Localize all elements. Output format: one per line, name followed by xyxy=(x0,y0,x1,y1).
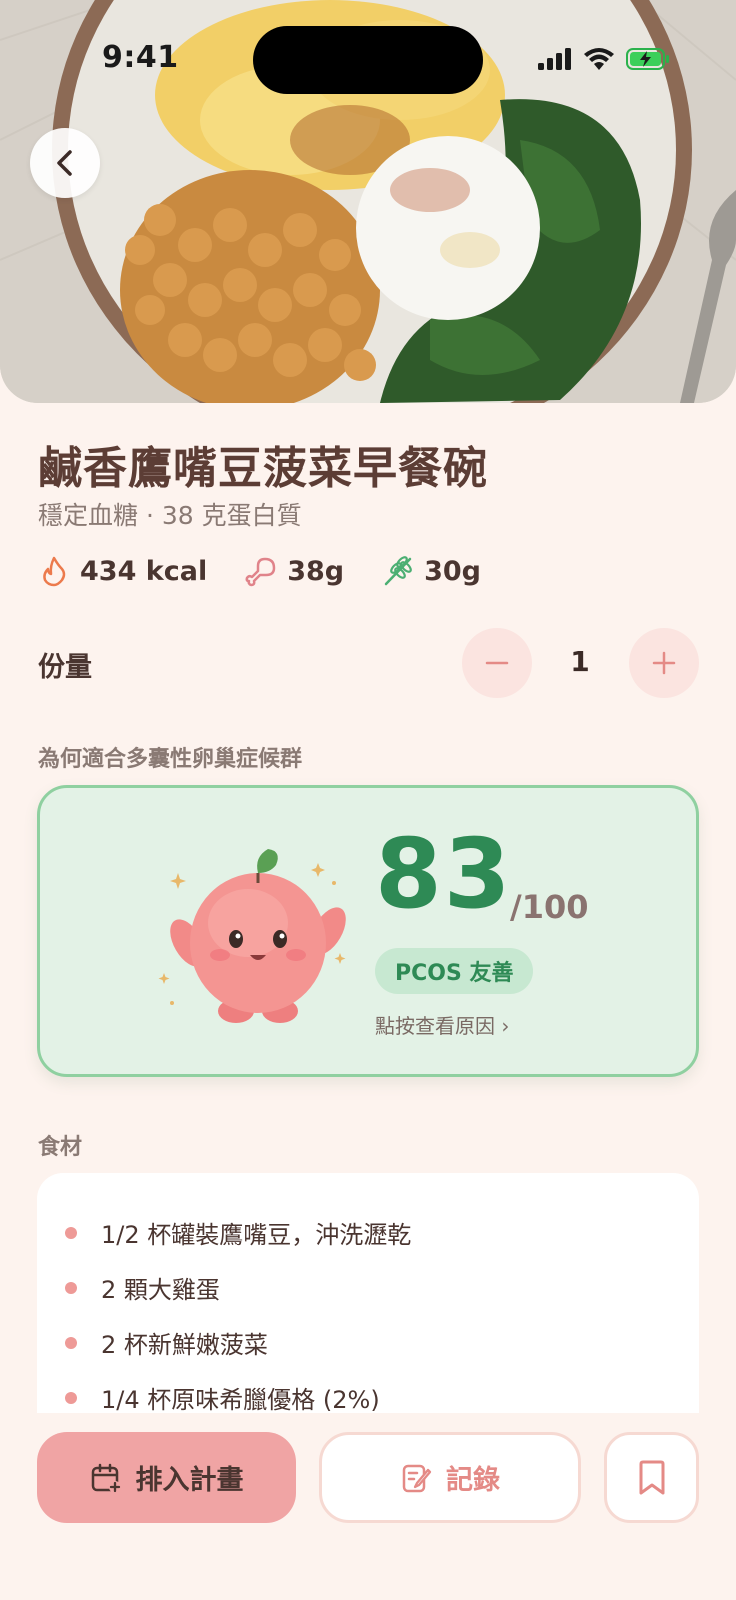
recipe-title: 鹹香鷹嘴豆菠菜早餐碗 xyxy=(38,443,488,494)
protein-value: 38g xyxy=(287,555,345,587)
recipe-subtitle: 穩定血糖 · 38 克蛋白質 xyxy=(38,501,302,530)
servings-value: 1 xyxy=(570,645,590,678)
pcos-score-card[interactable]: 83 /100 PCOS 友善 點按查看原因 › xyxy=(37,785,699,1077)
bullet-dot xyxy=(65,1281,77,1294)
pcos-friendly-badge: PCOS 友善 xyxy=(375,948,534,994)
ingredient-text: 2 顆大雞蛋 xyxy=(101,1276,220,1304)
peach-mascot-icon xyxy=(158,849,346,1023)
pcos-score-value: 83 xyxy=(375,818,513,930)
servings-label: 份量 xyxy=(38,652,92,683)
list-item: 1/4 杯原味希臘優格 (2%) xyxy=(65,1380,380,1413)
chevron-left-icon xyxy=(57,150,72,176)
list-item: 1/2 杯罐裝鷹嘴豆，沖洗瀝乾 xyxy=(65,1215,411,1250)
add-to-plan-label: 排入計畫 xyxy=(135,1465,244,1496)
macro-protein: 38g xyxy=(245,555,344,587)
bullet-dot xyxy=(65,1336,77,1349)
pcos-score-max: /100 xyxy=(510,888,589,926)
pcos-section-label: 為何適合多囊性卵巢症候群 xyxy=(38,747,303,772)
plus-icon xyxy=(652,651,676,675)
bookmark-button[interactable] xyxy=(604,1432,699,1523)
status-icons xyxy=(538,44,670,74)
back-button[interactable] xyxy=(30,128,100,198)
flame-icon xyxy=(43,556,66,587)
list-item: 2 顆大雞蛋 xyxy=(65,1270,220,1305)
carbs-value: 30g xyxy=(424,555,482,587)
status-bar: 9:41 xyxy=(0,0,736,110)
calories-value: 434 kcal xyxy=(80,555,208,587)
increase-servings-button[interactable] xyxy=(629,628,699,698)
ingredients-section-label: 食材 xyxy=(38,1135,83,1160)
ingredient-text: 1/2 杯罐裝鷹嘴豆，沖洗瀝乾 xyxy=(101,1221,412,1249)
ingredient-text: 1/4 杯原味希臘優格 (2%) xyxy=(101,1386,380,1413)
log-meal-label: 記錄 xyxy=(446,1465,500,1496)
list-item: 2 杯新鮮嫩菠菜 xyxy=(65,1325,268,1360)
minus-icon xyxy=(485,661,509,665)
add-to-plan-button[interactable]: 排入計畫 xyxy=(37,1432,296,1523)
drumstick-icon xyxy=(245,557,276,587)
macro-carbs: 30g xyxy=(382,555,481,587)
macro-calories: 434 kcal xyxy=(38,555,207,587)
log-meal-button[interactable]: 記錄 xyxy=(319,1432,581,1523)
tap-for-reason-link[interactable]: 點按查看原因 › xyxy=(375,1010,509,1039)
decrease-servings-button[interactable] xyxy=(462,628,532,698)
calendar-add-icon xyxy=(91,1463,121,1493)
wheat-icon xyxy=(384,556,412,586)
bookmark-icon xyxy=(639,1460,664,1494)
dynamic-island xyxy=(253,26,483,94)
bullet-dot xyxy=(65,1226,77,1239)
macro-summary: 434 kcal 38g 30g xyxy=(38,555,519,587)
cellular-signal-icon xyxy=(538,48,571,70)
ingredient-text: 2 杯新鮮嫩菠菜 xyxy=(101,1331,268,1359)
status-time: 9:41 xyxy=(102,40,179,75)
bottom-action-bar: 排入計畫 記錄 xyxy=(0,1413,736,1600)
battery-charging-icon xyxy=(626,48,669,70)
wifi-icon xyxy=(584,48,614,70)
ingredients-list: 1/2 杯罐裝鷹嘴豆，沖洗瀝乾 2 顆大雞蛋 2 杯新鮮嫩菠菜 1/4 杯原味希… xyxy=(37,1173,699,1413)
bullet-dot xyxy=(65,1391,77,1404)
edit-note-icon xyxy=(402,1464,432,1492)
